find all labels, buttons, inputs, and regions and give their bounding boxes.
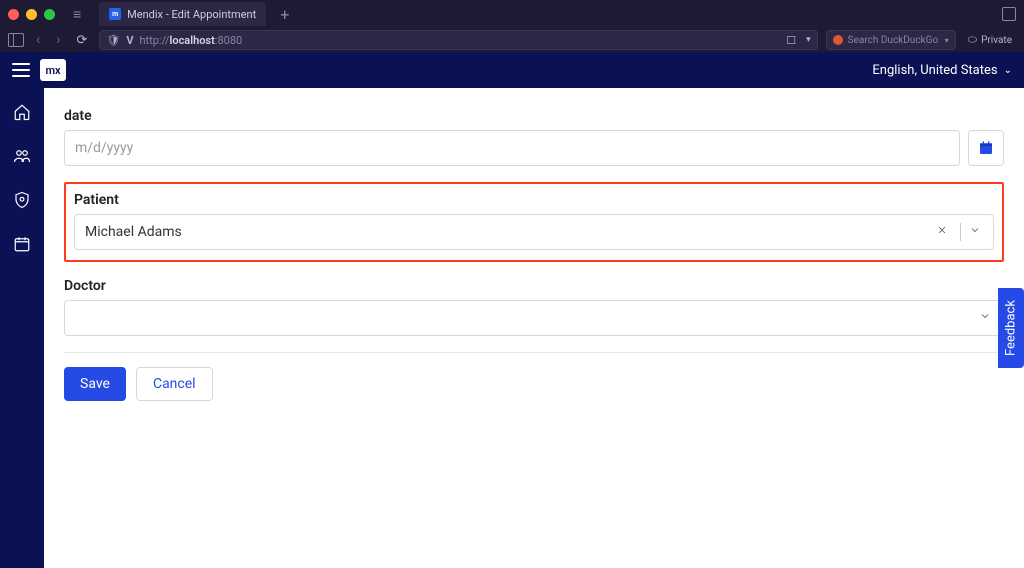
calendar-icon[interactable] [12, 234, 32, 254]
date-label: date [64, 108, 1004, 124]
panel-toggle-icon[interactable] [1002, 7, 1016, 21]
browser-tab[interactable]: m Mendix - Edit Appointment [99, 2, 266, 26]
chevron-down-icon[interactable] [965, 224, 985, 240]
language-label: English, United States [872, 63, 997, 78]
url-text: http://localhost:8080 [140, 34, 243, 47]
chevron-down-icon: ⌄ [1004, 65, 1012, 76]
users-icon[interactable] [12, 146, 32, 166]
date-field: date [64, 108, 1004, 166]
browser-sidebar-toggle-icon[interactable] [8, 33, 24, 47]
bookmark-icon[interactable]: ☐ [786, 34, 796, 47]
divider [64, 352, 1004, 353]
browser-tabbar: ≡ m Mendix - Edit Appointment + [0, 0, 1024, 28]
divider [960, 223, 961, 241]
address-field[interactable]: 🛡 V http://localhost:8080 ☐ ▾ [99, 30, 817, 50]
reload-icon[interactable]: ⟳ [76, 33, 87, 48]
patient-value: Michael Adams [85, 224, 928, 240]
cancel-button[interactable]: Cancel [136, 367, 213, 401]
calendar-icon [978, 140, 994, 156]
maximize-window-icon[interactable] [44, 9, 55, 20]
duckduckgo-icon [833, 35, 843, 45]
nav-forward-icon: › [52, 32, 64, 48]
form-content: date Patient Michael Adams [44, 88, 1024, 568]
form-buttons: Save Cancel [64, 367, 1004, 401]
save-button[interactable]: Save [64, 367, 126, 401]
app-header: mx English, United States ⌄ [0, 52, 1024, 88]
clear-icon[interactable] [928, 224, 956, 240]
app-body: date Patient Michael Adams [0, 88, 1024, 568]
minimize-window-icon[interactable] [26, 9, 37, 20]
tab-title: Mendix - Edit Appointment [127, 8, 256, 21]
patient-field-highlight: Patient Michael Adams [64, 182, 1004, 262]
language-selector[interactable]: English, United States ⌄ [872, 63, 1012, 78]
doctor-label: Doctor [64, 278, 1004, 294]
feedback-tab[interactable]: Feedback [998, 288, 1024, 368]
browser-search-field[interactable]: Search DuckDuckGo ▾ [826, 30, 956, 50]
shield-icon[interactable]: 🛡 [106, 34, 120, 47]
private-mask-icon: ⬭ [968, 33, 977, 47]
menu-toggle-button[interactable] [12, 63, 30, 77]
tab-favicon-icon: m [109, 8, 121, 20]
search-placeholder: Search DuckDuckGo [848, 35, 938, 46]
doctor-select[interactable] [64, 300, 1004, 336]
home-icon[interactable] [12, 102, 32, 122]
search-caret-icon[interactable]: ▾ [945, 36, 949, 45]
app-root: mx English, United States ⌄ date [0, 52, 1024, 568]
shield-icon[interactable] [12, 190, 32, 210]
stack-icon[interactable]: ≡ [73, 6, 81, 23]
close-window-icon[interactable] [8, 9, 19, 20]
patient-label: Patient [74, 192, 994, 208]
nav-back-icon[interactable]: ‹ [32, 32, 44, 48]
browser-chrome: ≡ m Mendix - Edit Appointment + ‹ › ⟳ 🛡 … [0, 0, 1024, 52]
patient-select[interactable]: Michael Adams [74, 214, 994, 250]
doctor-field: Doctor [64, 278, 1004, 336]
new-tab-button[interactable]: + [280, 5, 289, 24]
date-input[interactable] [64, 130, 960, 166]
date-picker-button[interactable] [968, 130, 1004, 166]
chevron-down-icon[interactable] [975, 310, 995, 326]
browser-addressbar: ‹ › ⟳ 🛡 V http://localhost:8080 ☐ ▾ Sear… [0, 28, 1024, 52]
scheme-icon: V [126, 34, 133, 47]
app-logo[interactable]: mx [40, 59, 66, 81]
left-nav [0, 88, 44, 568]
window-controls [8, 9, 55, 20]
private-indicator[interactable]: ⬭ Private [964, 33, 1016, 47]
addr-caret-icon[interactable]: ▾ [806, 35, 811, 45]
private-label: Private [981, 35, 1012, 46]
